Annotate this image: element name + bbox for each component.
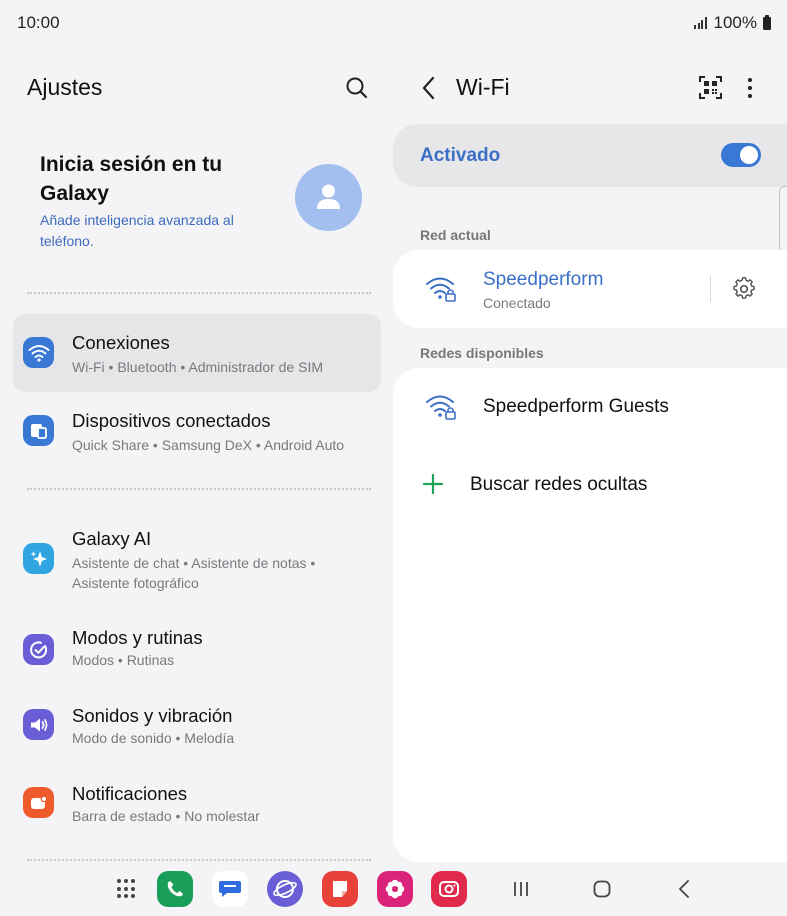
menu-title: Conexiones: [72, 332, 170, 353]
section-divider: [27, 292, 371, 294]
toggle-label: Activado: [420, 145, 501, 166]
menu-item-galaxy-ai[interactable]: Galaxy AI Asistente de chat • Asistente …: [13, 515, 381, 605]
settings-title: Ajustes: [27, 74, 103, 100]
network-list-item[interactable]: Speedperform Guests: [393, 368, 787, 446]
status-time: 10:00: [17, 13, 60, 32]
plus-icon: [422, 473, 444, 495]
wifi-lock-icon: [426, 277, 456, 302]
menu-title: Galaxy AI: [72, 528, 152, 549]
toggle-knob: [740, 146, 758, 164]
menu-subtitle: Barra de estado • No molestar: [72, 808, 260, 824]
vertical-separator: [710, 276, 711, 302]
battery-icon: [763, 14, 771, 30]
search-icon[interactable]: [344, 75, 370, 101]
wifi-lock-icon: [426, 395, 456, 420]
devices-icon: [23, 415, 54, 446]
section-divider: [27, 488, 371, 490]
qr-code-scan-icon[interactable]: [698, 75, 723, 100]
phone-app-icon[interactable]: [157, 871, 193, 907]
network-name: Speedperform Guests: [483, 396, 669, 417]
wifi-page-title: Wi-Fi: [456, 74, 510, 100]
back-arrow-icon[interactable]: [417, 74, 441, 102]
available-networks-header: Redes disponibles: [420, 345, 544, 361]
avatar[interactable]: [295, 164, 362, 231]
add-hidden-network-label: Buscar redes ocultas: [470, 474, 648, 495]
current-network-name: Speedperform: [483, 269, 604, 290]
nav-back-icon[interactable]: [675, 879, 693, 899]
menu-subtitle: Modo de sonido • Melodía: [72, 730, 235, 746]
status-right: 100%: [694, 13, 771, 33]
notification-icon: [23, 787, 54, 818]
more-options-icon[interactable]: [742, 77, 758, 99]
current-network-card[interactable]: Speedperform Conectado: [393, 250, 787, 328]
menu-title: Notificaciones: [72, 783, 188, 804]
menu-subtitle: Asistente de chat • Asistente de notas •…: [72, 555, 316, 591]
wifi-toggle-switch[interactable]: [721, 143, 761, 167]
messages-app-icon[interactable]: [212, 871, 248, 907]
menu-subtitle: Modos • Rutinas: [72, 652, 175, 668]
app-drawer-icon[interactable]: [117, 879, 137, 899]
current-network-header: Red actual: [420, 227, 491, 243]
menu-item-notificaciones[interactable]: Notificaciones Barra de estado • No mole…: [13, 768, 381, 846]
gear-icon[interactable]: [732, 277, 756, 301]
current-network-status: Conectado: [483, 295, 551, 311]
menu-item-modos-y-rutinas[interactable]: Modos y rutinas Modos • Rutinas: [13, 612, 381, 690]
wifi-icon: [23, 337, 54, 368]
person-icon: [317, 184, 340, 209]
section-divider: [27, 859, 371, 861]
account-subtitle: Añade inteligencia avanzada al teléfono.: [40, 212, 234, 249]
speaker-icon: [23, 709, 54, 740]
home-icon[interactable]: [592, 879, 612, 899]
menu-title: Dispositivos conectados: [72, 410, 271, 431]
bottom-dock: [0, 862, 787, 916]
available-networks-card: Speedperform Guests Buscar redes ocultas: [393, 368, 787, 862]
wifi-master-toggle-row[interactable]: Activado: [393, 124, 787, 187]
account-title: Inicia sesión en tu Galaxy: [40, 153, 223, 205]
gallery-app-icon[interactable]: [377, 871, 413, 907]
camera-app-icon[interactable]: [431, 871, 467, 907]
menu-title: Sonidos y vibración: [72, 705, 233, 726]
add-hidden-network-button[interactable]: Buscar redes ocultas: [393, 446, 787, 524]
menu-item-dispositivos-conectados[interactable]: Dispositivos conectados Quick Share • Sa…: [13, 392, 381, 470]
menu-subtitle: Quick Share • Samsung DeX • Android Auto: [72, 437, 345, 453]
menu-title: Modos y rutinas: [72, 627, 203, 648]
internet-app-icon[interactable]: [267, 871, 303, 907]
menu-subtitle: Wi-Fi • Bluetooth • Administrador de SIM: [72, 359, 324, 375]
sparkle-icon: [23, 543, 54, 574]
signal-icon: [694, 17, 707, 29]
notes-app-icon[interactable]: [322, 871, 358, 907]
recent-apps-icon[interactable]: [512, 879, 530, 899]
battery-percent: 100%: [713, 13, 757, 32]
status-bar: 10:00 100%: [0, 0, 787, 44]
check-circle-icon: [23, 634, 54, 665]
menu-item-sonidos-y-vibracion[interactable]: Sonidos y vibración Modo de sonido • Mel…: [13, 690, 381, 768]
menu-item-conexiones[interactable]: Conexiones Wi-Fi • Bluetooth • Administr…: [13, 314, 381, 392]
